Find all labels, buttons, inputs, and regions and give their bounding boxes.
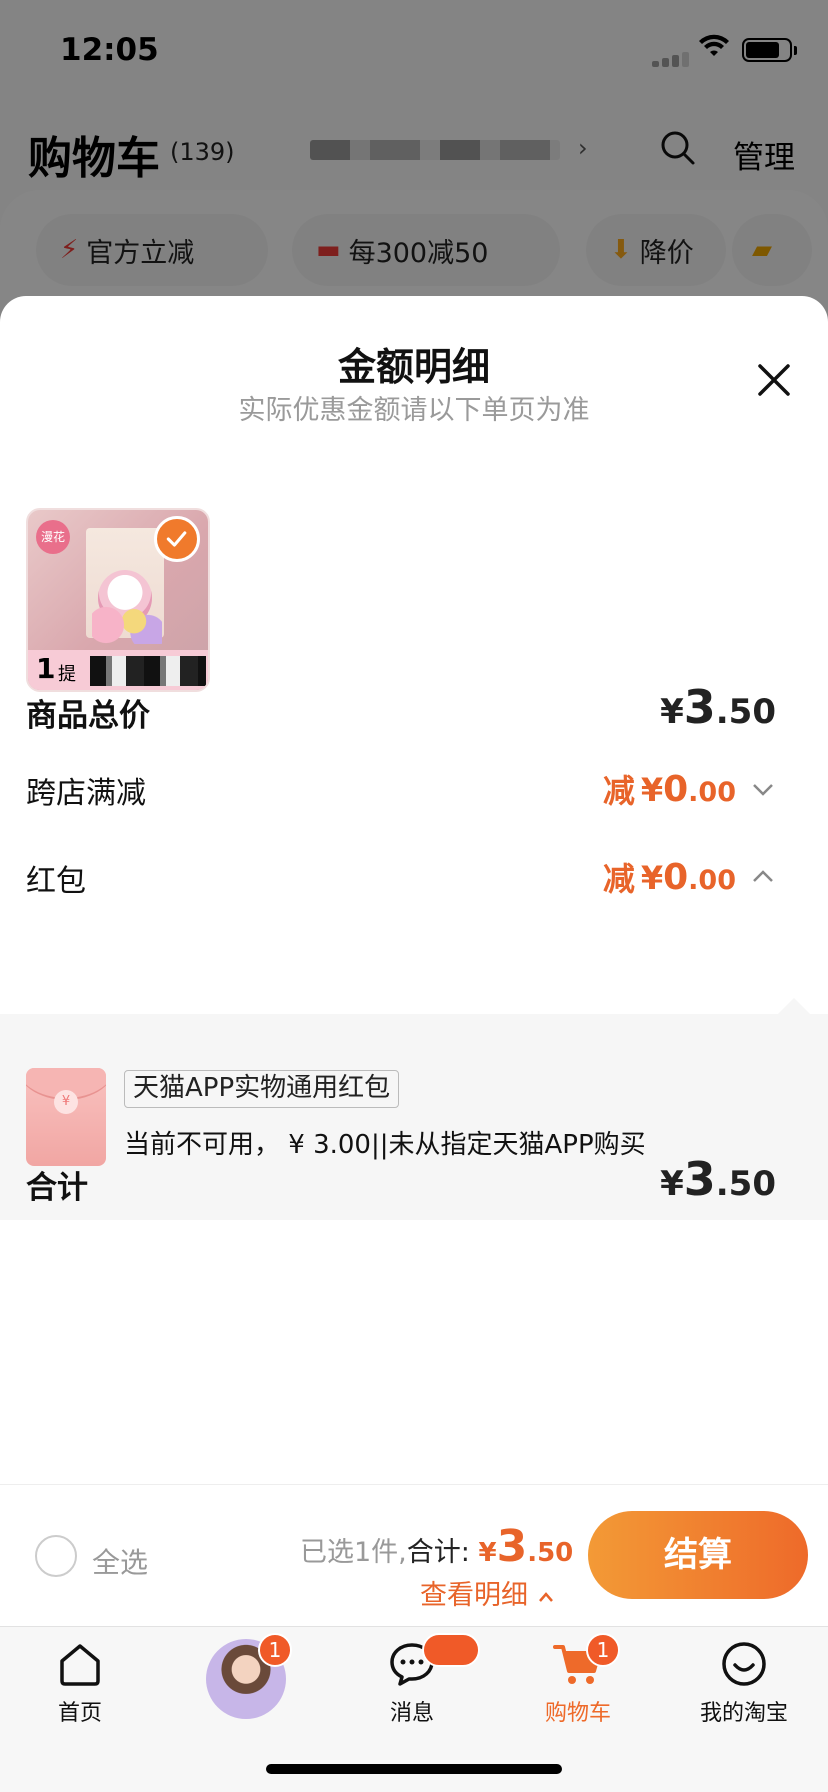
- chevron-up-icon: [753, 870, 773, 882]
- red-packet-label: 红包: [26, 864, 86, 899]
- total-label: 合计: [26, 1170, 88, 1206]
- cross-store-discount-value: 减 ¥0.00: [603, 766, 776, 812]
- home-icon: [60, 1644, 100, 1686]
- goods-total-row: 商品总价 ¥3.50: [26, 680, 776, 740]
- cross-store-discount-row[interactable]: 跨店满减 减 ¥0.00: [26, 758, 776, 818]
- chevron-down-icon: [753, 784, 773, 796]
- goods-total-label: 商品总价: [26, 698, 150, 734]
- tab-cart[interactable]: 购物车: [518, 1641, 638, 1727]
- smile-icon: [722, 1642, 766, 1686]
- sheet-subtitle: 实际优惠金额请以下单页为准: [238, 395, 590, 426]
- brand-tag: 漫花: [36, 520, 70, 554]
- tab-home[interactable]: 首页: [20, 1641, 140, 1727]
- red-packet-row[interactable]: 红包 减 ¥0.00: [26, 846, 776, 906]
- tab-my-taobao[interactable]: 我的淘宝: [684, 1641, 804, 1727]
- chevron-up-icon: [538, 1592, 553, 1602]
- select-all-label[interactable]: 全选: [92, 1541, 148, 1581]
- cart-badge: 1: [586, 1633, 620, 1667]
- checkout-bar: 全选 已选1件,合计: ¥3.50 查看明细 结算: [0, 1484, 828, 1626]
- total-value: ¥3.50: [660, 1152, 776, 1206]
- red-packet-value: 减 ¥0.00: [603, 854, 776, 900]
- cross-store-discount-label: 跨店满减: [26, 776, 146, 811]
- close-icon[interactable]: [752, 358, 796, 402]
- checkout-button[interactable]: 结算: [588, 1511, 808, 1599]
- home-indicator[interactable]: [266, 1764, 562, 1774]
- selected-check-icon[interactable]: [154, 516, 200, 562]
- goods-total-value: ¥3.50: [660, 680, 776, 734]
- amount-detail-sheet: 金额明细 实际优惠金额请以下单页为准 漫花 1 提 商品总价 ¥3.50 跨店满…: [0, 296, 828, 1626]
- sheet-title: 金额明细: [337, 345, 490, 389]
- red-packet-name: 天猫APP实物通用红包: [124, 1070, 400, 1108]
- select-all-radio[interactable]: [35, 1535, 77, 1577]
- total-row: 合计 ¥3.50: [26, 1152, 776, 1212]
- message-badge-blurred: [422, 1633, 480, 1667]
- avatar-badge: 1: [258, 1633, 292, 1667]
- view-detail-link[interactable]: 查看明细: [420, 1573, 555, 1612]
- selected-summary: 已选1件,合计: ¥3.50: [300, 1521, 574, 1572]
